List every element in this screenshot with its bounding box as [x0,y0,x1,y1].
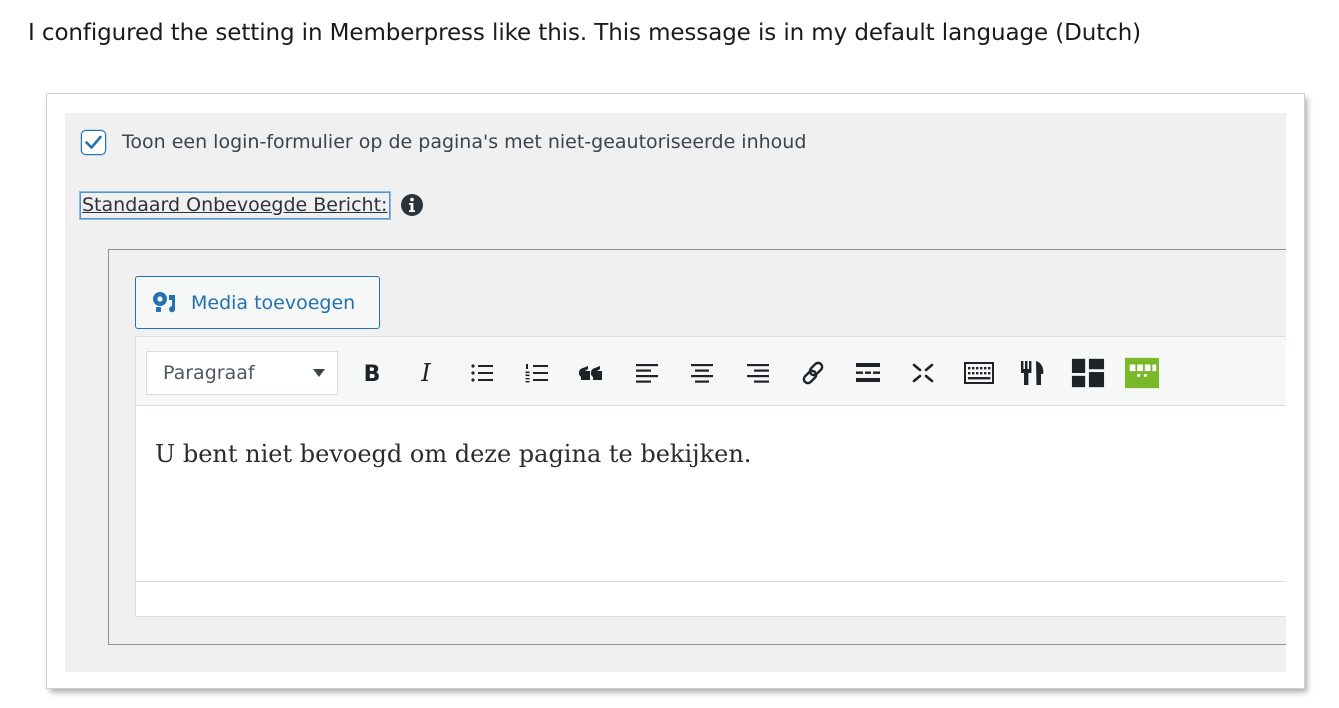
table-grid-icon [1125,357,1159,389]
add-media-label: Media toevoegen [191,291,356,314]
align-left-icon [636,364,658,383]
fullscreen-icon [912,363,934,383]
blocks-grid-icon [1071,358,1105,388]
svg-text:I: I [420,361,431,385]
svg-text:B: B [364,362,381,385]
login-form-checkbox[interactable] [81,129,106,155]
add-media-button[interactable]: Media toevoegen [135,276,380,329]
table-button[interactable] [1125,356,1159,390]
editor-content-area[interactable]: U bent niet bevoegd om deze pagina te be… [135,406,1286,581]
read-more-icon [856,363,880,382]
caption-text: I configured the setting in Memberpress … [28,20,1142,46]
align-center-button[interactable] [685,356,719,390]
bold-button[interactable]: B [355,356,389,390]
editor-statusbar [135,581,1286,617]
checkmark-icon [85,135,102,149]
bold-icon: B [364,362,381,385]
format-select-value: Paragraaf [163,362,255,384]
keyboard-icon [964,362,994,384]
format-select[interactable]: Paragraaf [146,351,338,395]
align-right-button[interactable] [741,356,775,390]
blocks-button[interactable] [1071,356,1105,390]
bulleted-list-button[interactable] [465,356,499,390]
align-left-button[interactable] [630,356,664,390]
settings-panel: Toon een login-formulier op de pagina's … [65,113,1286,672]
fullscreen-button[interactable] [906,356,940,390]
toolbar-toggle-button[interactable] [962,356,996,390]
link-icon [802,361,824,385]
insert-link-button[interactable] [796,356,830,390]
italic-button[interactable]: I [409,356,443,390]
recipe-button[interactable] [1016,356,1050,390]
fork-knife-icon [1021,361,1044,385]
numbered-list-icon [525,364,548,383]
read-more-button[interactable] [851,356,885,390]
login-form-checkbox-label[interactable]: Toon een login-formulier op de pagina's … [122,131,806,153]
unauthorized-message-row: Standaard Onbevoegde Bericht: [80,190,424,220]
editor-content-text: U bent niet bevoegd om deze pagina te be… [155,440,752,468]
dropdown-arrow-icon [313,369,325,377]
blockquote-button[interactable] [575,356,609,390]
align-center-icon [691,364,713,383]
italic-icon: I [420,361,431,385]
add-media-icon [153,291,176,312]
numbered-list-button[interactable] [520,356,554,390]
bulleted-list-icon [471,364,493,382]
message-editor: Media toevoegen Paragraaf B I U bent nie… [108,249,1286,645]
editor-toolbar: Paragraaf B I [135,336,1286,406]
align-right-icon [747,364,769,383]
unauthorized-message-label[interactable]: Standaard Onbevoegde Bericht: [80,191,391,219]
info-circle-icon[interactable] [400,193,424,217]
screenshot-frame: Toon een login-formulier op de pagina's … [47,94,1304,688]
blockquote-icon [579,366,602,380]
login-form-option: Toon een login-formulier op de pagina's … [81,127,806,157]
